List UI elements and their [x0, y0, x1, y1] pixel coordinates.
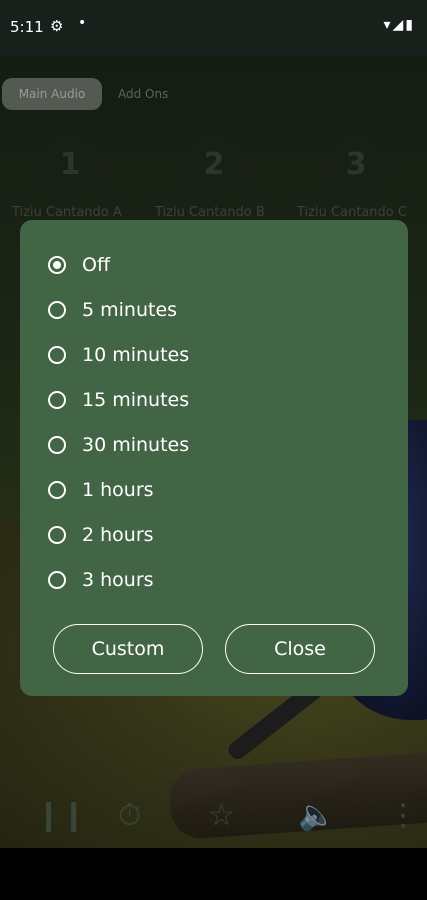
- timer-option-1-hours[interactable]: 1 hours: [48, 475, 154, 505]
- timer-option-5-minutes[interactable]: 5 minutes: [48, 295, 177, 325]
- option-label: 30 minutes: [82, 434, 190, 456]
- timer-option-2-hours[interactable]: 2 hours: [48, 520, 154, 550]
- radio-icon[interactable]: [48, 481, 66, 499]
- option-label: 10 minutes: [82, 344, 190, 366]
- option-label: 3 hours: [82, 569, 154, 591]
- option-label: 5 minutes: [82, 299, 178, 321]
- app-screen: Main Audio Add Ons 1 Tiziu Cantando A 2 …: [0, 0, 427, 848]
- sleep-timer-dialog: Off 5 minutes 10 minutes 15 minutes 30 m…: [20, 220, 408, 696]
- custom-button[interactable]: Custom: [53, 624, 203, 674]
- system-status-icons: ▾◢▮: [383, 17, 415, 33]
- option-label: 2 hours: [82, 524, 154, 546]
- timer-option-15-minutes[interactable]: 15 minutes: [48, 385, 189, 415]
- radio-icon[interactable]: [48, 391, 66, 409]
- radio-icon[interactable]: [48, 436, 66, 454]
- radio-icon[interactable]: [48, 526, 66, 544]
- timer-option-off[interactable]: Off: [48, 250, 110, 280]
- radio-icon[interactable]: [48, 571, 66, 589]
- timer-option-3-hours[interactable]: 3 hours: [48, 565, 154, 595]
- radio-selected-icon[interactable]: [48, 256, 66, 274]
- close-button[interactable]: Close: [225, 624, 375, 674]
- status-bar: 5:11 ⚙ • ▾◢▮: [0, 0, 427, 56]
- option-label: Off: [82, 254, 111, 276]
- radio-icon[interactable]: [48, 301, 66, 319]
- timer-option-10-minutes[interactable]: 10 minutes: [48, 340, 189, 370]
- option-label: 1 hours: [82, 479, 154, 501]
- notification-dot: •: [78, 15, 87, 31]
- gear-icon: ⚙: [50, 17, 64, 35]
- radio-icon[interactable]: [48, 346, 66, 364]
- status-time: 5:11: [10, 18, 44, 36]
- timer-option-30-minutes[interactable]: 30 minutes: [48, 430, 189, 460]
- option-label: 15 minutes: [82, 389, 190, 411]
